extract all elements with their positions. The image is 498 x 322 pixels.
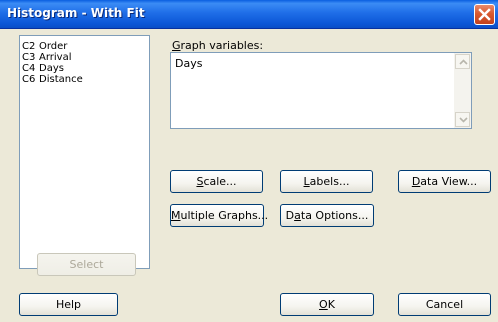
mnemonic: O [319,298,328,311]
title-bar: Histogram - With Fit [0,0,498,29]
scroll-down-button[interactable] [455,112,470,127]
column-id: C6 [22,74,36,85]
scale-button[interactable]: Scale... [170,170,263,193]
column-name: Order [39,41,68,52]
label-rest: raph variables: [180,39,264,52]
help-button[interactable]: Help [19,293,118,316]
column-name: Days [39,63,64,74]
close-button[interactable] [474,4,495,25]
select-button[interactable]: Select [37,253,136,276]
column-name: Distance [39,74,83,85]
button-label: K [327,298,335,311]
chevron-down-icon [459,117,468,123]
mnemonic: M [171,209,181,222]
variable-list[interactable]: C2 Order C3 Arrival C4 Days C6 Distance [19,35,150,269]
window-title: Histogram - With Fit [7,6,145,20]
button-label: ultiple Graphs... [180,209,269,222]
column-id: C3 [22,52,36,63]
data-view-button[interactable]: Data View... [398,170,491,193]
button-label-prefix: D [285,209,295,222]
scroll-up-button[interactable] [455,54,470,69]
cancel-button[interactable]: Cancel [398,293,491,316]
mnemonic: a [294,209,301,222]
button-label: ta Options... [300,209,369,222]
column-name: Arrival [39,52,72,63]
close-icon [478,8,491,21]
chevron-up-icon [459,59,468,65]
column-id: C2 [22,41,36,52]
vertical-scrollbar[interactable] [454,53,471,128]
ok-button[interactable]: OK [280,293,374,316]
graph-variables-value: Days [175,57,203,70]
button-label: ata View... [420,175,478,188]
data-options-button[interactable]: Data Options... [280,204,374,227]
button-label: abels... [309,175,350,188]
graph-variables-label: Graph variables: [172,39,263,52]
multiple-graphs-button[interactable]: Multiple Graphs... [170,204,268,227]
column-id: C4 [22,63,36,74]
graph-variables-field[interactable]: Days [170,52,472,129]
button-label: cale... [203,175,237,188]
label-mnemonic: G [172,39,181,52]
labels-button[interactable]: Labels... [280,170,373,193]
